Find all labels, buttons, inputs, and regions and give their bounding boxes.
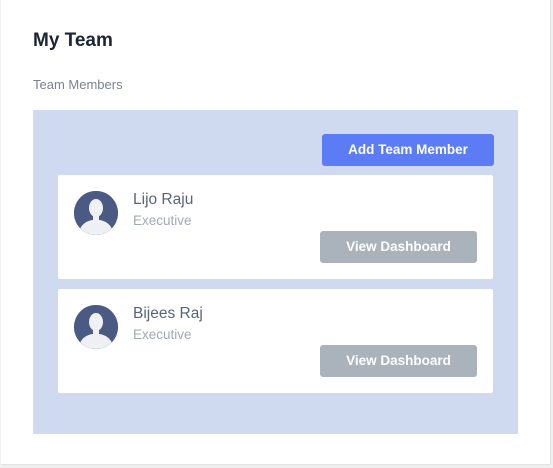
view-dashboard-button[interactable]: View Dashboard	[320, 231, 477, 263]
member-role: Executive	[133, 327, 192, 342]
add-team-member-button[interactable]: Add Team Member	[322, 134, 494, 166]
member-card: Bijees Raj Executive View Dashboard	[58, 289, 493, 393]
member-name: Lijo Raju	[133, 191, 194, 208]
page-title: My Team	[33, 30, 113, 51]
section-label: Team Members	[33, 77, 123, 92]
view-dashboard-button[interactable]: View Dashboard	[320, 345, 477, 377]
member-role: Executive	[133, 213, 192, 228]
member-name: Bijees Raj	[133, 305, 203, 322]
member-card: Lijo Raju Executive View Dashboard	[58, 175, 493, 279]
team-members-area: Add Team Member Lijo Raju Executive View…	[33, 110, 518, 434]
my-team-panel: My Team Team Members Add Team Member Lij…	[1, 0, 551, 465]
user-silhouette-icon	[74, 191, 118, 235]
user-silhouette-icon	[74, 305, 118, 349]
